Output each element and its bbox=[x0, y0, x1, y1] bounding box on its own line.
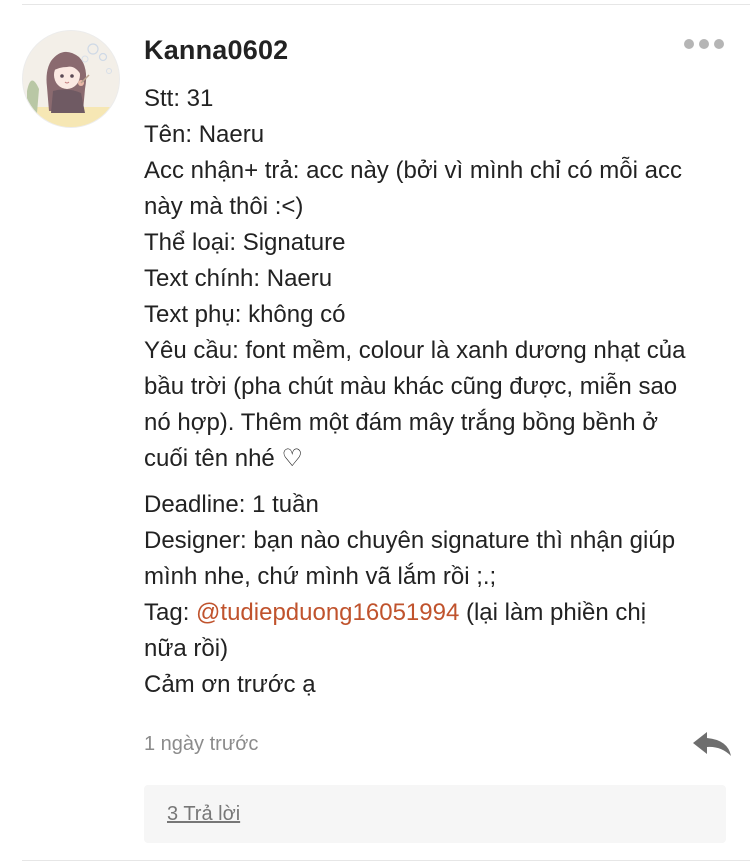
user-mention-link[interactable]: @tudiepduong16051994 bbox=[196, 599, 459, 626]
tag-line: Tag: @tudiepduong16051994 (lại làm phiền… bbox=[144, 595, 730, 631]
comment-line: Text chính: Naeru bbox=[144, 265, 333, 292]
view-replies-link[interactable]: 3 Trả lời bbox=[167, 785, 240, 843]
comment-line: nữa rồi) bbox=[144, 635, 229, 662]
comment-card: Kanna0602 Stt: 31 Tên: Naeru Acc nhận+ t… bbox=[22, 25, 750, 863]
comment-line: Cảm ơn trước ạ bbox=[144, 671, 316, 698]
comment-line: Tên: Naeru bbox=[144, 121, 265, 148]
comment-line: Text phụ: không có bbox=[144, 301, 346, 328]
comment-body: Stt: 31 Tên: Naeru Acc nhận+ trả: acc nà… bbox=[144, 81, 730, 703]
comment-timestamp: 1 ngày trước bbox=[144, 733, 259, 755]
comment-line: Acc nhận+ trả: acc này (bởi vì mình chỉ … bbox=[144, 157, 682, 184]
comment-meta: 1 ngày trước bbox=[144, 728, 733, 760]
replies-box[interactable]: 3 Trả lời bbox=[144, 785, 726, 843]
tag-prefix: Tag: bbox=[144, 599, 197, 626]
comment-line: Thể loại: Signature bbox=[144, 229, 346, 256]
comment-line: Designer: bạn nào chuyên signature thì n… bbox=[144, 527, 676, 554]
comment-line: mình nhe, chứ mình vã lắm rồi ;.; bbox=[144, 563, 497, 590]
comment-line: này mà thôi :<) bbox=[144, 193, 304, 220]
comment-line: Deadline: 1 tuần bbox=[144, 491, 319, 518]
comment-line: bầu trời (pha chút màu khác cũng được, m… bbox=[144, 373, 678, 400]
comment-line: nó hợp). Thêm một đám mây trắng bồng bền… bbox=[144, 409, 658, 436]
comment-line: Stt: 31 bbox=[144, 85, 214, 112]
tag-suffix: (lại làm phiền chị bbox=[459, 599, 647, 626]
comment-line: Yêu cầu: font mềm, colour là xanh dương … bbox=[144, 337, 686, 364]
reply-arrow-icon bbox=[693, 732, 731, 756]
top-divider bbox=[22, 4, 750, 5]
user-avatar[interactable] bbox=[22, 30, 120, 128]
bottom-divider bbox=[22, 860, 750, 861]
comment-content: Kanna0602 Stt: 31 Tên: Naeru Acc nhận+ t… bbox=[144, 25, 730, 703]
comment-line: cuối tên nhé ♡ bbox=[144, 445, 303, 472]
avatar-illustration bbox=[23, 31, 119, 127]
reply-button[interactable] bbox=[691, 728, 733, 760]
comment-username[interactable]: Kanna0602 bbox=[144, 37, 730, 64]
